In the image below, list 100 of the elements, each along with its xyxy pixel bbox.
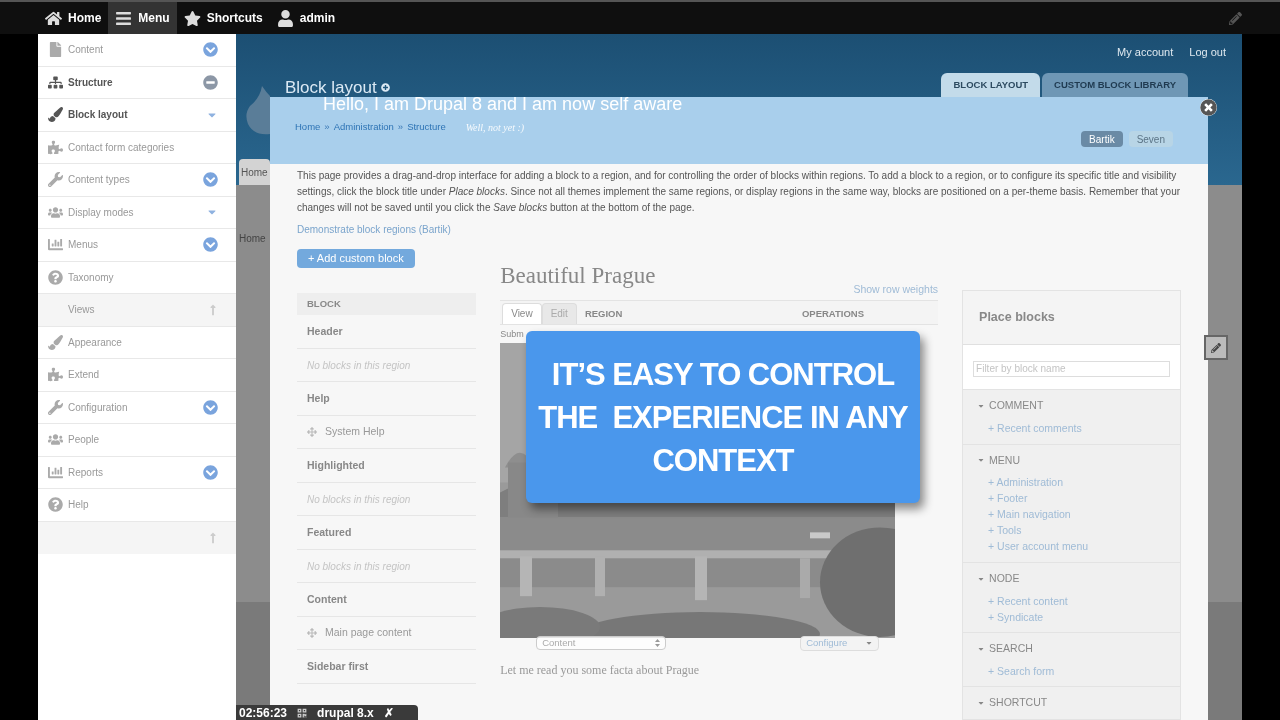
table-header: BLOCK <box>297 293 477 316</box>
block-link[interactable]: + User account menu <box>988 540 1166 554</box>
timecode: 02:56:23 <box>239 704 288 720</box>
menu-item[interactable]: Content <box>38 34 236 67</box>
menu-item[interactable]: Views <box>38 294 236 327</box>
qr-icon <box>297 707 308 718</box>
pencil-icon[interactable] <box>1229 11 1242 25</box>
people-icon <box>47 432 63 448</box>
block-link[interactable]: + Footer <box>988 492 1166 506</box>
block-link[interactable]: + Syndicate <box>988 610 1166 624</box>
body-text: Let me read you some facta about Prague <box>500 662 701 680</box>
breadcrumb-link[interactable]: Home <box>239 233 266 244</box>
toolbar-tab[interactable]: admin <box>269 2 343 34</box>
region-label: Featured <box>307 524 352 540</box>
breadcrumb-link[interactable]: Structure <box>407 120 446 135</box>
home-tab[interactable]: Home <box>239 159 270 185</box>
truncated-text: Subm <box>500 327 524 341</box>
menu-item[interactable]: Reports <box>38 456 236 489</box>
callout-text: IT’S EASY TO CONTROL THE EXPERIENCE IN ANY CONTEXT <box>538 355 908 480</box>
help-icon <box>47 269 63 285</box>
close-mark[interactable]: ✗ <box>383 703 394 720</box>
home-icon <box>45 9 62 27</box>
primary-tab[interactable]: CUSTOM BLOCK LIBRARY <box>1042 73 1188 97</box>
block-link[interactable]: + Administration <box>988 476 1166 490</box>
breadcrumb-separator: » <box>397 120 404 135</box>
breadcrumb-link[interactable]: Home <box>295 120 321 135</box>
drag-handle-icon[interactable] <box>307 628 317 638</box>
theme-tab[interactable]: Seven <box>1128 131 1173 147</box>
menu-item[interactable]: Content types <box>38 164 236 197</box>
collapse-up-icon[interactable] <box>208 531 218 544</box>
sitemap-icon <box>47 74 63 90</box>
category-label: COMMENT <box>989 398 1044 414</box>
menu-item[interactable]: Menus <box>38 229 236 262</box>
wrench-icon <box>47 172 63 188</box>
column-header: OPERATIONS <box>801 306 865 321</box>
menu-item[interactable]: Extend <box>38 359 236 392</box>
region-label: Header <box>307 323 343 339</box>
block-link[interactable]: + Main navigation <box>988 508 1166 522</box>
drupal-logo <box>246 86 270 136</box>
expand-icon[interactable] <box>203 172 218 188</box>
region-label: Content <box>307 591 347 607</box>
brush-icon <box>47 107 63 123</box>
brush-icon <box>47 334 63 350</box>
puzzle-icon <box>47 367 63 383</box>
toolbar-tab[interactable]: Menu <box>108 2 177 34</box>
shortcut-icon[interactable] <box>380 83 390 93</box>
puzzle-icon <box>47 139 63 155</box>
block-link[interactable]: + Search form <box>988 664 1166 679</box>
menu-item[interactable]: Structure <box>38 66 236 99</box>
drag-handle-icon[interactable] <box>307 427 317 437</box>
node-title: Beautiful Prague <box>500 262 656 291</box>
collapse-icon[interactable] <box>203 74 218 90</box>
node-tab[interactable]: Edit <box>541 302 577 324</box>
show-row-weights-link[interactable]: Show row weights <box>853 282 939 298</box>
panel-title: Place blocks <box>979 309 1055 327</box>
file-icon <box>47 42 63 58</box>
account-link[interactable]: My account <box>1117 44 1174 61</box>
dialog-subtitle: Well, not yet :) <box>465 121 525 135</box>
description-text: This page provides a drag-and-drop interface for adding a block to a region, and for controlling the order of blocks within regions. To add a block to a region, or to configure its specific title and visibility settings, click the block title under Place blocks. Since not all themes implement the same regions, or display regions in the same way, blocks are positioned on a per-theme basis. Remember that your changes will not be saved until you click the Save blocks button at the bottom of the page. <box>297 169 1181 215</box>
menu-item[interactable]: Contact form categories <box>38 131 236 164</box>
people-icon <box>47 204 63 220</box>
expand-icon[interactable] <box>203 464 218 480</box>
menu-icon <box>115 9 133 27</box>
pencil-icon <box>1211 342 1221 353</box>
theme-tab[interactable]: Bartik <box>1081 131 1123 147</box>
expand-icon[interactable] <box>203 237 218 253</box>
category-label: SHORTCUT <box>989 695 1048 711</box>
node-tab[interactable]: View <box>502 302 542 324</box>
close-icon[interactable] <box>1200 99 1217 116</box>
region-label: Highlighted <box>307 457 365 473</box>
block-link[interactable]: + Tools <box>988 524 1166 538</box>
category-label: SEARCH <box>989 641 1033 656</box>
block-link[interactable]: + Recent comments <box>988 422 1166 436</box>
bar-chart-icon <box>47 464 63 480</box>
add-custom-block-button[interactable]: + Add custom block <box>297 249 415 268</box>
collapse-up-icon[interactable] <box>208 303 218 316</box>
expand-icon[interactable] <box>203 42 218 58</box>
block-link[interactable]: + Recent content <box>988 594 1166 608</box>
primary-tab[interactable]: BLOCK LAYOUT <box>941 73 1041 97</box>
user-icon <box>276 9 294 27</box>
page-title: Block layout <box>285 77 377 97</box>
block-name: Main page content <box>325 625 412 641</box>
demo-link[interactable]: Demonstrate block regions (Bartik) <box>297 222 1181 237</box>
help-icon <box>47 497 63 513</box>
breadcrumb-link[interactable]: Administration <box>333 120 394 135</box>
breadcrumb-separator: » <box>324 120 330 135</box>
video-label: drupal 8.x <box>317 704 374 720</box>
toolbar-tab[interactable]: Shortcuts <box>176 2 270 34</box>
wrench-icon <box>47 399 63 415</box>
expand-icon[interactable] <box>203 399 218 415</box>
menu-item[interactable]: Configuration <box>38 391 236 424</box>
edit-button[interactable] <box>1204 335 1228 360</box>
column-header: REGION <box>584 306 623 321</box>
category-label: MENU <box>989 452 1020 468</box>
account-link[interactable]: Log out <box>1189 44 1226 61</box>
toolbar-tab[interactable]: Home <box>38 2 109 34</box>
menu-item[interactable]: Help <box>38 489 236 522</box>
region-select[interactable]: Content <box>536 636 667 651</box>
star-icon <box>183 9 201 27</box>
select-arrows-icon <box>655 639 661 648</box>
